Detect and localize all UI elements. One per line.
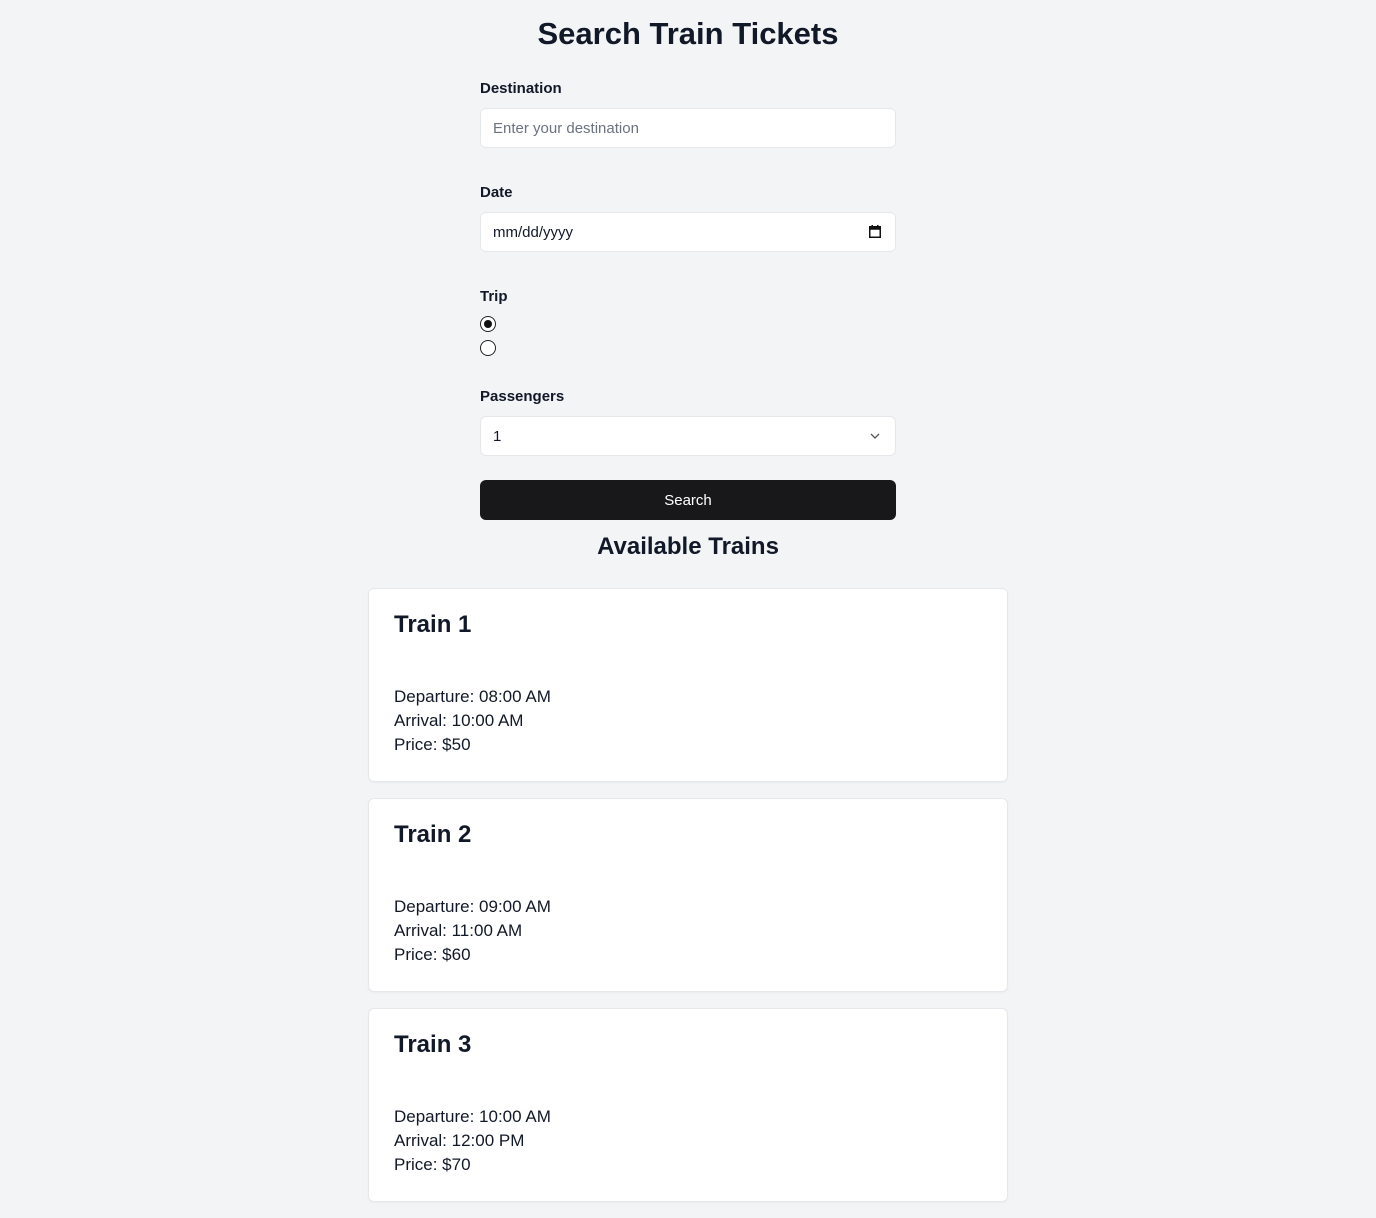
date-placeholder: mm/dd/yyyy (493, 223, 574, 241)
destination-label: Destination (480, 80, 562, 97)
passengers-label: Passengers (480, 388, 565, 405)
chevron-down-icon (870, 433, 880, 439)
search-form: Destination Date mm/dd/yyyy Trip (480, 78, 896, 520)
passengers-select[interactable]: 1 (480, 416, 896, 456)
train-name: Train 1 (394, 611, 472, 638)
train-arrival: Arrival: 10:00 AM (394, 711, 524, 730)
trip-radio-2[interactable] (480, 340, 496, 356)
available-trains-title: Available Trains (597, 533, 779, 560)
search-button[interactable]: Search (480, 480, 896, 520)
train-departure: Departure: 09:00 AM (394, 897, 551, 916)
trip-option-1[interactable] (480, 312, 896, 336)
trip-label: Trip (480, 288, 508, 305)
date-label: Date (480, 184, 513, 201)
page: Search Train Tickets Destination Date mm… (0, 0, 1376, 1218)
train-name: Train 3 (394, 1031, 472, 1058)
train-departure: Departure: 10:00 AM (394, 1107, 551, 1126)
trip-option-2[interactable] (480, 336, 896, 360)
train-card: Train 2 Departure: 09:00 AM Arrival: 11:… (368, 798, 1008, 992)
train-price: Price: $50 (394, 735, 471, 754)
train-card: Train 3 Departure: 10:00 AM Arrival: 12:… (368, 1008, 1008, 1202)
destination-input[interactable] (480, 108, 896, 148)
train-card: Train 1 Departure: 08:00 AM Arrival: 10:… (368, 588, 1008, 782)
passengers-value: 1 (493, 427, 502, 445)
train-arrival: Arrival: 12:00 PM (394, 1131, 525, 1150)
train-price: Price: $60 (394, 945, 471, 964)
calendar-icon[interactable] (869, 225, 881, 238)
trip-radio-1[interactable] (480, 316, 496, 332)
train-departure: Departure: 08:00 AM (394, 687, 551, 706)
train-arrival: Arrival: 11:00 AM (394, 921, 523, 940)
train-price: Price: $70 (394, 1155, 471, 1174)
date-input[interactable]: mm/dd/yyyy (480, 212, 896, 252)
train-name: Train 2 (394, 821, 472, 848)
page-title: Search Train Tickets (537, 16, 839, 51)
